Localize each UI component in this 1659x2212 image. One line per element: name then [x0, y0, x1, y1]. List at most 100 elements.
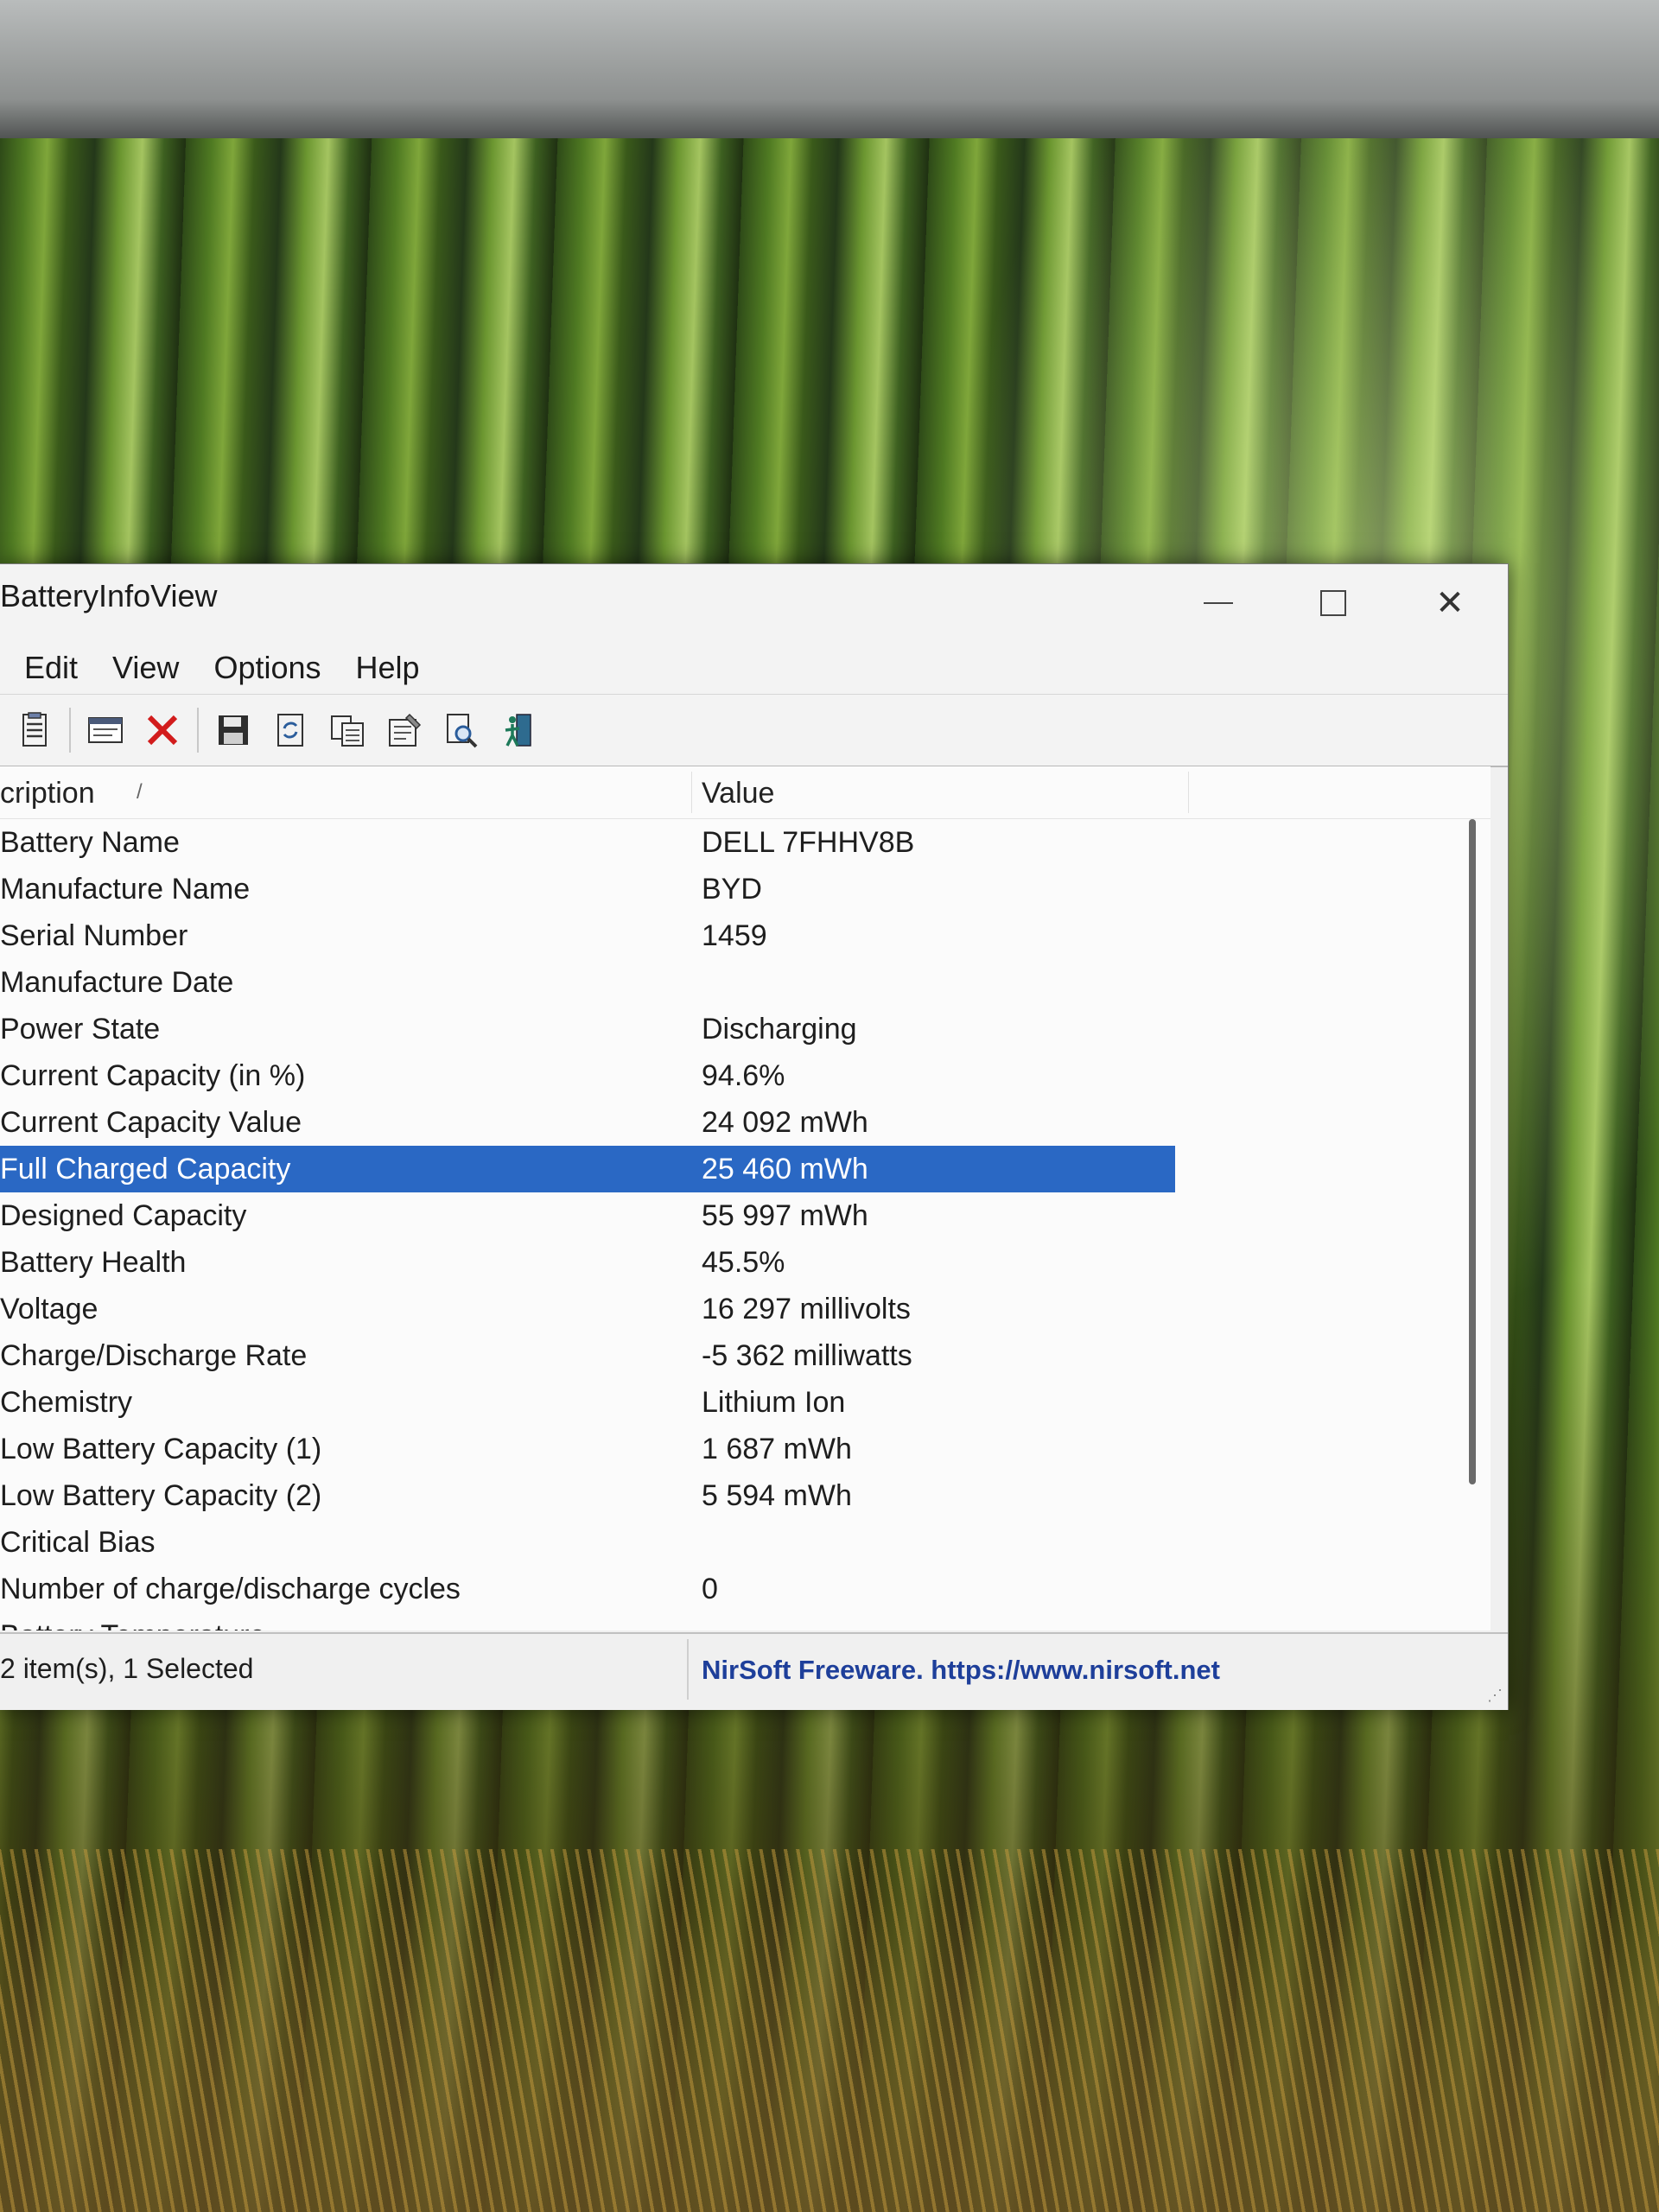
- list-item-value: 24 092 mWh: [702, 1106, 868, 1139]
- list-item-description: Manufacture Name: [0, 873, 251, 906]
- list-item-value: 0: [702, 1573, 718, 1605]
- list-item[interactable]: Manufacture Date: [0, 959, 1491, 1006]
- html-report-icon: [88, 717, 123, 743]
- find-button[interactable]: [439, 705, 484, 755]
- menu-options[interactable]: Options: [196, 650, 338, 686]
- close-icon: ✕: [1435, 584, 1465, 622]
- vertical-scrollbar[interactable]: [1469, 819, 1476, 1484]
- toolbar-separator: [69, 708, 71, 753]
- list-item[interactable]: Power State Discharging: [0, 1006, 1491, 1052]
- save-icon: [219, 715, 248, 745]
- list-item[interactable]: Number of charge/discharge cycles 0: [0, 1566, 1491, 1612]
- list-item-description: Voltage: [0, 1293, 99, 1325]
- column-header-description[interactable]: cription: [0, 777, 95, 810]
- wallpaper-grass: [0, 1849, 1659, 2212]
- properties-sheet-icon: [389, 713, 422, 747]
- column-header-value[interactable]: Value: [702, 777, 774, 810]
- status-divider: [687, 1639, 689, 1700]
- list-item[interactable]: Battery Temperature: [0, 1612, 1491, 1630]
- copy-button[interactable]: [325, 705, 370, 755]
- menu-bar: Edit View Options Help: [0, 642, 1508, 695]
- list-item-value: Lithium Ion: [702, 1386, 846, 1419]
- list-item-description: Critical Bias: [0, 1526, 156, 1559]
- close-button[interactable]: ✕: [1398, 564, 1502, 642]
- menu-edit[interactable]: Edit: [0, 650, 95, 686]
- copy-icon: [331, 715, 364, 747]
- menu-help[interactable]: Help: [339, 650, 437, 686]
- status-item-count: 2 item(s), 1 Selected: [0, 1653, 254, 1684]
- minimize-button[interactable]: [1166, 564, 1270, 642]
- list-item-description: Low Battery Capacity (1): [0, 1433, 322, 1465]
- list-item-description: Full Charged Capacity: [0, 1153, 291, 1185]
- list-item-description: Number of charge/discharge cycles: [0, 1573, 461, 1605]
- delete-icon: [147, 715, 178, 746]
- exit-icon: [505, 714, 531, 747]
- list-item-description: Serial Number: [0, 919, 188, 952]
- list-item[interactable]: Charge/Discharge Rate -5 362 milliwatts: [0, 1332, 1491, 1379]
- save-button[interactable]: [211, 705, 256, 755]
- list-item[interactable]: Battery Name DELL 7FHHV8B: [0, 819, 1491, 866]
- menu-view[interactable]: View: [95, 650, 196, 686]
- list-item-description: Battery Temperature: [0, 1619, 265, 1630]
- list-item-value: 5 594 mWh: [702, 1479, 852, 1512]
- list-item-value: DELL 7FHHV8B: [702, 826, 915, 859]
- list-item-description: Designed Capacity: [0, 1199, 247, 1232]
- list-item[interactable]: Low Battery Capacity (2) 5 594 mWh: [0, 1472, 1491, 1519]
- list-header: cription / Value: [0, 766, 1491, 819]
- toolbar-separator: [197, 708, 199, 753]
- list-item-value: Discharging: [702, 1013, 857, 1046]
- refresh-button[interactable]: [268, 705, 313, 755]
- list-item-description: Charge/Discharge Rate: [0, 1339, 308, 1372]
- column-divider[interactable]: [691, 772, 692, 813]
- list-item-description: Current Capacity Value: [0, 1106, 302, 1139]
- html-report-button[interactable]: [83, 705, 128, 755]
- window-title: BatteryInfoView: [0, 578, 218, 613]
- minimize-icon: [1204, 602, 1233, 604]
- list-item-description: Battery Health: [0, 1246, 187, 1279]
- delete-button[interactable]: [140, 705, 185, 755]
- maximize-button[interactable]: [1281, 564, 1385, 642]
- properties-icon: [22, 712, 47, 747]
- list-item-description: Chemistry: [0, 1386, 133, 1419]
- list-item[interactable]: Designed Capacity 55 997 mWh: [0, 1192, 1491, 1239]
- list-item-value: 94.6%: [702, 1059, 785, 1092]
- status-bar: 2 item(s), 1 Selected NirSoft Freeware. …: [0, 1632, 1508, 1710]
- properties-sheet-button[interactable]: [382, 705, 427, 755]
- list-item[interactable]: Current Capacity (in %) 94.6%: [0, 1052, 1491, 1099]
- list-item-description: Battery Name: [0, 826, 180, 859]
- list-item-description: Manufacture Date: [0, 966, 234, 999]
- list-item[interactable]: Voltage 16 297 millivolts: [0, 1286, 1491, 1332]
- list-item[interactable]: Full Charged Capacity 25 460 mWh: [0, 1146, 1175, 1192]
- batteryinfoview-window: BatteryInfoView ✕ Edit View Options Help: [0, 563, 1509, 1710]
- maximize-icon: [1320, 590, 1346, 616]
- list-item[interactable]: Current Capacity Value 24 092 mWh: [0, 1099, 1491, 1146]
- list-item-value: BYD: [702, 873, 762, 906]
- list-item[interactable]: Chemistry Lithium Ion: [0, 1379, 1491, 1426]
- find-icon: [447, 714, 478, 748]
- list-item-value: 1 687 mWh: [702, 1433, 852, 1465]
- list-item-value: 1459: [702, 919, 767, 952]
- list-item[interactable]: Critical Bias: [0, 1519, 1491, 1566]
- column-divider[interactable]: [1188, 772, 1189, 813]
- list-item-value: -5 362 milliwatts: [702, 1339, 912, 1372]
- list-item-value: 45.5%: [702, 1246, 785, 1279]
- list-item[interactable]: Serial Number 1459: [0, 912, 1491, 959]
- properties-button[interactable]: [12, 705, 57, 755]
- monitor-bezel: [0, 0, 1659, 143]
- battery-info-list[interactable]: cription / Value Battery Name DELL 7FHHV8…: [0, 766, 1491, 1630]
- title-bar[interactable]: BatteryInfoView ✕: [0, 564, 1508, 642]
- list-item-description: Low Battery Capacity (2): [0, 1479, 322, 1512]
- list-item-value: 25 460 mWh: [702, 1153, 868, 1185]
- list-item-description: Power State: [0, 1013, 161, 1046]
- list-item[interactable]: Low Battery Capacity (1) 1 687 mWh: [0, 1426, 1491, 1472]
- list-item[interactable]: Manufacture Name BYD: [0, 866, 1491, 912]
- list-item[interactable]: Battery Health 45.5%: [0, 1239, 1491, 1286]
- resize-grip-icon[interactable]: ⋰: [1487, 1687, 1503, 1705]
- list-item-value: 55 997 mWh: [702, 1199, 868, 1232]
- nirsoft-link[interactable]: NirSoft Freeware. https://www.nirsoft.ne…: [702, 1655, 1220, 1686]
- sort-indicator-icon: /: [137, 780, 143, 804]
- toolbar: [0, 695, 1508, 767]
- list-item-value: 16 297 millivolts: [702, 1293, 911, 1325]
- refresh-icon: [277, 714, 303, 747]
- exit-button[interactable]: [496, 705, 541, 755]
